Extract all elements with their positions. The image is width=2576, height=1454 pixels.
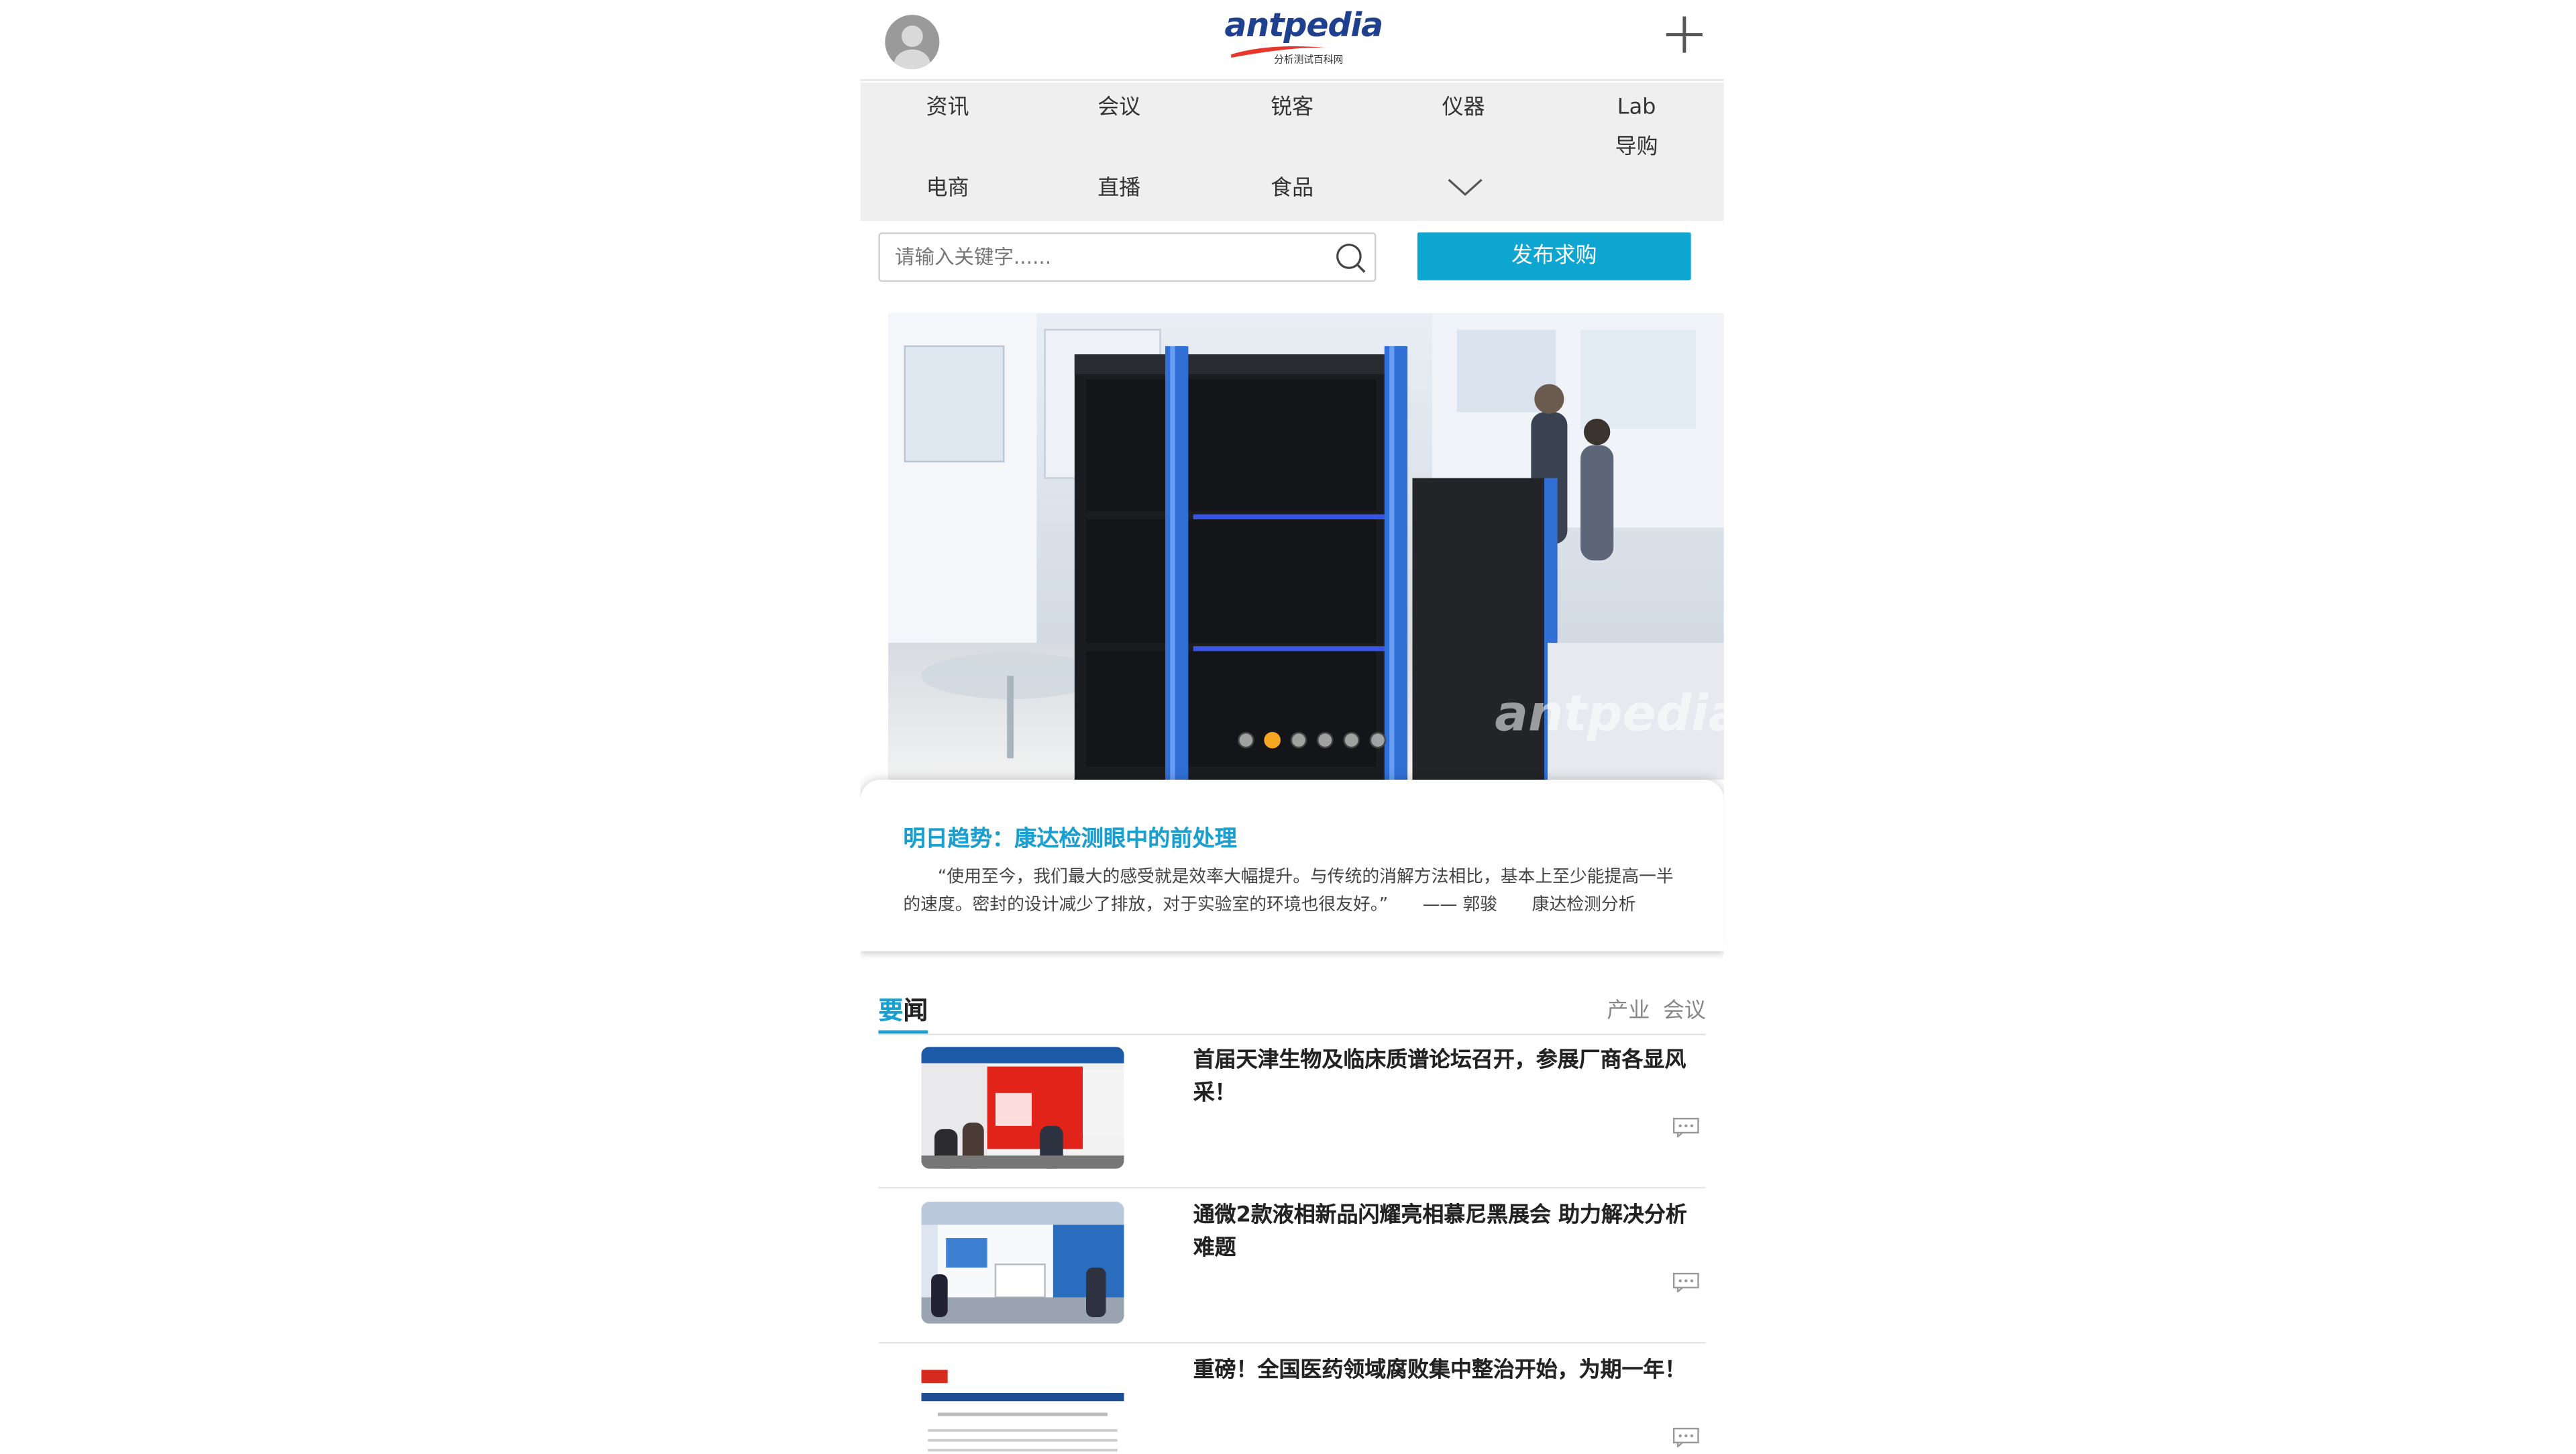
nav-item-food[interactable]: 食品 [1242,170,1341,209]
feature-card-title[interactable]: 明日趋势：康达检测眼中的前处理 [903,819,1237,852]
carousel-dot[interactable] [1238,731,1254,749]
comment-icon[interactable] [1672,1272,1699,1293]
nav-item-lab-line1: Lab [1617,95,1656,121]
tab-headlines-rest: 闻 [903,995,928,1026]
carousel-dots [1238,731,1396,749]
news-title[interactable]: 首届天津生物及临床质谱论坛召开，参展厂商各显风采！ [1193,1045,1701,1111]
news-item[interactable]: 通微2款液相新品闪耀亮相慕尼黑展会 助力解决分析难题 [878,1188,1706,1344]
nav-item-meetings[interactable]: 会议 [1069,89,1168,129]
nav-item-ruike[interactable]: 锐客 [1242,89,1341,129]
chevron-down-icon[interactable] [1447,174,1483,197]
nav-item-lab-guide[interactable]: Lab 导购 [1587,89,1686,168]
news-title[interactable]: 通微2款液相新品闪耀亮相慕尼黑展会 助力解决分析难题 [1193,1200,1701,1266]
nav-item-lab-line2: 导购 [1615,135,1658,160]
tab-headlines-prefix: 要 [878,995,904,1026]
tab-headlines[interactable]: 要闻 [878,992,928,1034]
nav-item-instruments[interactable]: 仪器 [1414,89,1513,129]
user-avatar-icon[interactable] [885,15,940,70]
carousel-dot[interactable] [1369,731,1387,749]
carousel-dot[interactable] [1290,731,1307,749]
logo-text: antpedia [1224,5,1383,45]
carousel-dot[interactable] [1316,731,1334,749]
banner-watermark: antpedia [1495,685,1723,742]
news-thumbnail[interactable] [921,1356,1124,1454]
mobile-page: antpedia 分析测试百科网 资讯 会议 锐客 仪器 Lab 导购 电商 直… [860,0,1724,1454]
banner-image: antpedia [888,313,1724,780]
nav-item-ecommerce[interactable]: 电商 [898,170,997,209]
news-thumbnail[interactable] [921,1202,1124,1324]
tab-industry[interactable]: 产业 [1607,992,1650,1024]
feature-card[interactable]: 明日趋势：康达检测眼中的前处理 “使用至今，我们最大的感受就是效率大幅提升。与传… [860,780,1724,951]
news-thumbnail[interactable] [921,1047,1124,1169]
nav-item-news[interactable]: 资讯 [898,89,997,129]
comment-icon[interactable] [1672,1117,1699,1138]
nav-item-live[interactable]: 直播 [1069,170,1168,209]
feature-card-text: “使用至今，我们最大的感受就是效率大幅提升。与传统的消解方法相比，基本上至少能提… [903,867,1674,915]
tab-meetings[interactable]: 会议 [1663,992,1706,1024]
news-item[interactable]: 首届天津生物及临床质谱论坛召开，参展厂商各显风采！ [878,1033,1706,1189]
logo-subtitle: 分析测试百科网 [1274,54,1344,66]
comment-icon[interactable] [1672,1427,1699,1448]
search-icon[interactable] [1335,242,1366,274]
publish-request-button[interactable]: 发布求购 [1417,232,1691,280]
news-title[interactable]: 重磅！全国医药领域腐败集中整治开始，为期一年！ [1193,1355,1701,1388]
search-input[interactable] [895,239,1324,276]
carousel-dot[interactable] [1343,731,1360,749]
plus-icon[interactable] [1666,16,1703,53]
news-item[interactable]: 重磅！全国医药领域腐败集中整治开始，为期一年！ [878,1343,1705,1454]
site-logo[interactable]: antpedia 分析测试百科网 [1224,5,1383,69]
carousel-banner[interactable]: antpedia [888,313,1724,780]
carousel-dot-active[interactable] [1264,731,1281,749]
news-tabs: 要闻 产业 会议 [878,986,1706,1035]
header: antpedia 分析测试百科网 [860,0,1724,81]
search-box [878,232,1377,282]
category-nav: 资讯 会议 锐客 仪器 Lab 导购 电商 直播 食品 [860,82,1724,221]
